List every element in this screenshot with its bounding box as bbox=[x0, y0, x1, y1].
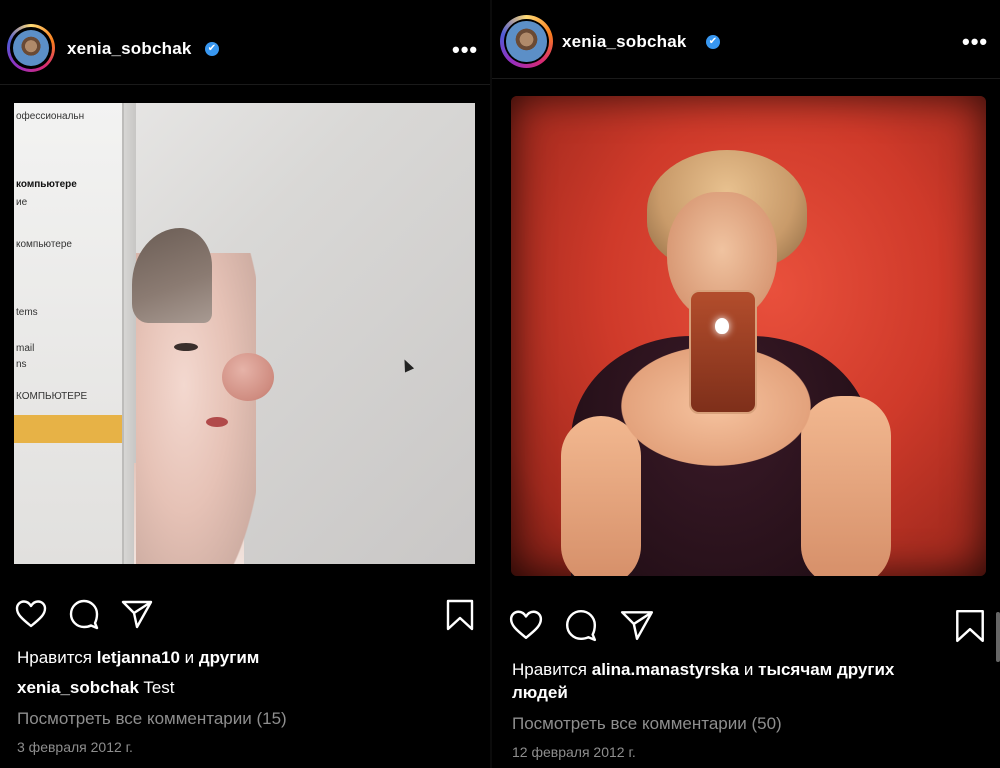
photo-subject-arm bbox=[801, 396, 891, 576]
photo-portrait-eye bbox=[174, 343, 198, 351]
heart-icon[interactable] bbox=[509, 609, 543, 641]
photo-portrait-lips bbox=[206, 417, 228, 427]
scrollbar[interactable] bbox=[996, 612, 1000, 662]
photo-cursor-icon bbox=[399, 357, 415, 373]
header-divider bbox=[0, 84, 490, 85]
bookmark-icon[interactable] bbox=[954, 608, 986, 644]
photo-browser-sidebar: офессиональн компьютере ие компьютере te… bbox=[14, 103, 124, 564]
share-icon[interactable] bbox=[120, 598, 154, 630]
photo-sidebar-highlight bbox=[14, 415, 122, 443]
likes-user-link[interactable]: alina.manastyrska bbox=[592, 660, 739, 679]
likes-prefix: Нравится bbox=[17, 648, 97, 667]
likes-others-link-continued[interactable]: людей bbox=[512, 683, 568, 702]
likes-others-link[interactable]: другим bbox=[199, 648, 260, 667]
avatar-image bbox=[506, 21, 547, 62]
likes-conjunction: и bbox=[179, 648, 199, 667]
post-left: xenia_sobchak ✔ ••• офессиональн компьют… bbox=[0, 0, 490, 768]
more-options-icon[interactable]: ••• bbox=[962, 31, 988, 53]
likes-others-link[interactable]: тысячам других bbox=[758, 660, 894, 679]
share-icon[interactable] bbox=[619, 608, 655, 642]
comment-icon[interactable] bbox=[68, 598, 100, 630]
photo-sidebar-text: КОМПЬЮТЕРЕ bbox=[16, 391, 88, 402]
photo-sidebar-text: ие bbox=[16, 197, 28, 208]
avatar-image bbox=[12, 29, 50, 67]
photo-apple-logo-icon bbox=[715, 318, 729, 334]
view-comments-link[interactable]: Посмотреть все комментарии (50) bbox=[512, 714, 782, 734]
post-date: 12 февраля 2012 г. bbox=[512, 744, 636, 760]
view-comments-link[interactable]: Посмотреть все комментарии (15) bbox=[17, 709, 287, 729]
comment-icon[interactable] bbox=[564, 608, 598, 642]
photo-portrait-hair bbox=[132, 228, 212, 323]
likes-conjunction: и bbox=[739, 660, 759, 679]
photo-subject-arm bbox=[561, 416, 641, 576]
caption-username-link[interactable]: xenia_sobchak bbox=[17, 678, 139, 697]
photo-sidebar-text: tems bbox=[16, 307, 38, 318]
post-photo[interactable] bbox=[511, 96, 986, 576]
photo-clown-nose bbox=[222, 353, 274, 401]
caption: xenia_sobchak Test bbox=[17, 678, 175, 698]
post-date: 3 февраля 2012 г. bbox=[17, 739, 133, 755]
likes-text-line2: людей bbox=[512, 683, 568, 703]
username-link[interactable]: xenia_sobchak bbox=[562, 32, 687, 52]
avatar[interactable] bbox=[500, 15, 553, 68]
photo-sidebar-text: mail bbox=[16, 343, 35, 354]
verified-badge-icon: ✔ bbox=[706, 35, 720, 49]
verified-badge-icon: ✔ bbox=[205, 42, 219, 56]
likes-text: Нравится letjanna10 и другим bbox=[17, 648, 259, 668]
post-right: xenia_sobchak ✔ ••• Нравится alina.manas… bbox=[492, 0, 1000, 768]
header-divider bbox=[492, 78, 1000, 79]
photo-sidebar-text: компьютере bbox=[16, 239, 72, 250]
username-link[interactable]: xenia_sobchak bbox=[67, 39, 192, 59]
more-options-icon[interactable]: ••• bbox=[452, 39, 478, 61]
photo-sidebar-text: ns bbox=[16, 359, 27, 370]
bookmark-icon[interactable] bbox=[445, 598, 475, 632]
photo-sidebar-text: компьютере bbox=[16, 179, 77, 190]
avatar[interactable] bbox=[7, 24, 55, 72]
likes-user-link[interactable]: letjanna10 bbox=[97, 648, 180, 667]
likes-prefix: Нравится bbox=[512, 660, 592, 679]
caption-text: Test bbox=[138, 678, 175, 697]
photo-sidebar-text: офессиональн bbox=[16, 111, 85, 122]
likes-text: Нравится alina.manastyrska и тысячам дру… bbox=[512, 660, 894, 680]
post-photo[interactable]: офессиональн компьютере ие компьютере te… bbox=[14, 103, 475, 564]
heart-icon[interactable] bbox=[15, 599, 47, 629]
photo-phone bbox=[689, 290, 757, 414]
